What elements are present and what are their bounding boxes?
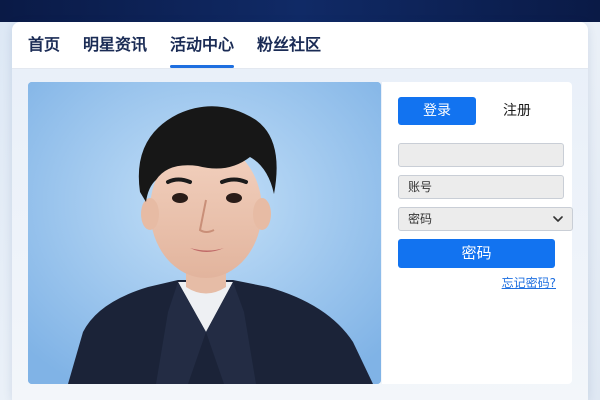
celebrity-photo [28,82,381,384]
tab-register[interactable]: 注册 [482,97,552,125]
portrait-illustration [28,82,381,384]
tab-login[interactable]: 登录 [398,97,476,125]
submit-button[interactable]: 密码 [398,239,555,268]
account-input[interactable] [398,175,564,199]
forgot-password-link[interactable]: 忘记密码? [502,274,556,291]
password-select[interactable]: 密码 [398,207,573,231]
nav-item-home[interactable]: 首页 [28,22,60,68]
nav-item-events[interactable]: 活动中心 [170,22,235,68]
main-card: 首页 明星资讯 活动中心 粉丝社区 登录 注册 账号 密码 密码 忘记密码? [12,22,588,400]
password-select-value: 密码 [408,212,433,226]
top-nav: 首页 明星资讯 活动中心 粉丝社区 [28,22,344,68]
login-panel: 登录 注册 密码 密码 忘记密码? [382,82,573,384]
blank-input[interactable] [398,143,564,167]
top-header-strip [0,0,600,22]
chevron-down-icon [550,208,566,230]
nav-item-star-news[interactable]: 明星资讯 [83,22,147,68]
nav-item-fan-community[interactable]: 粉丝社区 [257,22,321,68]
